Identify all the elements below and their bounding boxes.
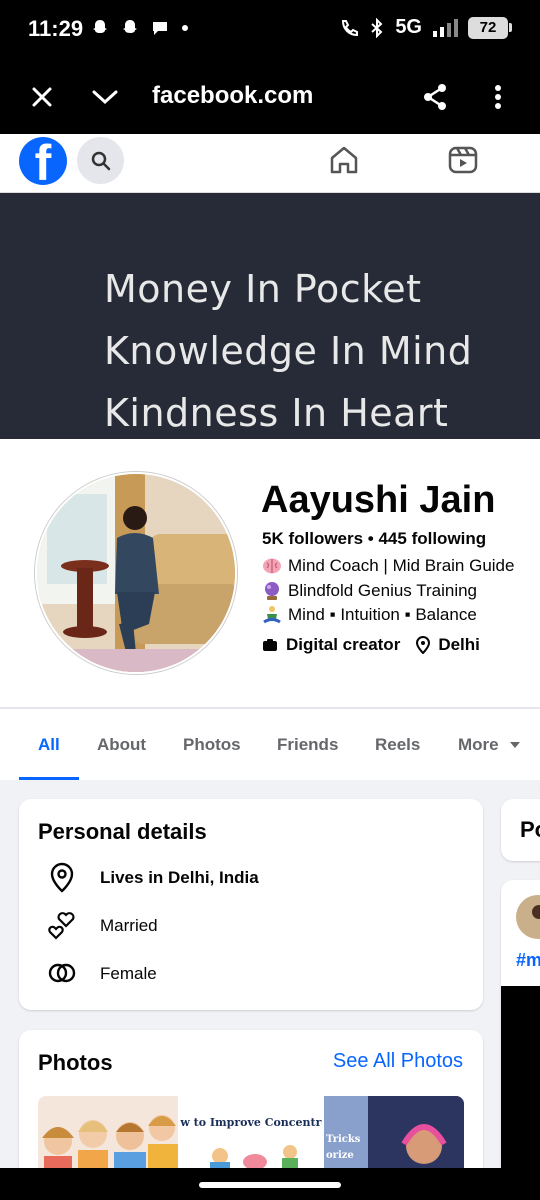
card-title: Photos bbox=[38, 1050, 113, 1075]
tab-photos[interactable]: Photos bbox=[183, 735, 241, 755]
browser-toolbar: facebook.com bbox=[0, 60, 540, 134]
profile-tabs: All About Photos Friends Reels More bbox=[0, 707, 540, 780]
location-label: Delhi bbox=[438, 635, 480, 654]
gesture-bar bbox=[0, 1168, 540, 1200]
signal-icon bbox=[433, 18, 458, 37]
crystal-ball-emoji bbox=[265, 582, 279, 600]
snapchat-icon bbox=[123, 20, 137, 33]
photos-card: Photos See All Photos w to Improve Conce… bbox=[19, 1030, 483, 1168]
profile-name: Aayushi Jain bbox=[261, 479, 496, 521]
wifi-call-icon bbox=[342, 19, 359, 36]
detail-row-gender: Female bbox=[45, 956, 157, 990]
active-tab-indicator bbox=[19, 777, 79, 780]
see-all-photos-link[interactable]: See All Photos bbox=[333, 1050, 463, 1073]
location-pin-icon bbox=[50, 862, 74, 893]
relationship-text: Married bbox=[100, 916, 158, 935]
status-bar: 11:29 5G 72 bbox=[0, 0, 540, 60]
post-media[interactable] bbox=[501, 986, 540, 1168]
search-icon[interactable] bbox=[77, 137, 124, 184]
battery-indicator: 72 bbox=[468, 16, 512, 39]
more-options-icon[interactable] bbox=[481, 80, 515, 114]
location-pin-icon bbox=[416, 636, 431, 654]
profile-meta: Digital creator Delhi bbox=[262, 635, 480, 655]
battery-tip bbox=[509, 23, 512, 32]
facebook-top-nav: f bbox=[0, 134, 540, 193]
cover-text-line: Knowledge In Mind bbox=[104, 329, 473, 373]
bio-text: Mind ▪ Intuition ▪ Balance bbox=[288, 605, 477, 624]
snapchat-icon bbox=[93, 20, 107, 33]
tab-reels[interactable]: Reels bbox=[375, 735, 420, 755]
category-label: Digital creator bbox=[286, 635, 401, 654]
meditating-person-emoji bbox=[263, 606, 281, 624]
side-card[interactable]: Po bbox=[501, 799, 540, 861]
svg-text:Tricks: Tricks bbox=[326, 1134, 361, 1145]
bio-text: Blindfold Genius Training bbox=[288, 581, 478, 600]
dot-icon bbox=[182, 25, 188, 31]
url-text[interactable]: facebook.com bbox=[152, 82, 313, 110]
hearts-icon bbox=[48, 912, 75, 940]
battery-level: 72 bbox=[468, 16, 508, 39]
hashtag-fragment[interactable]: #m bbox=[516, 950, 540, 971]
profile-avatar[interactable] bbox=[35, 472, 237, 674]
home-icon[interactable] bbox=[328, 144, 360, 176]
bluetooth-icon bbox=[371, 17, 383, 38]
category-icon bbox=[263, 639, 277, 651]
gender-icon bbox=[48, 963, 76, 983]
cover-text-line: Money In Pocket bbox=[104, 267, 422, 311]
personal-details-card: Personal details Lives in Delhi, India M… bbox=[19, 799, 483, 1010]
chat-icon bbox=[153, 22, 167, 35]
tab-about[interactable]: About bbox=[97, 735, 146, 755]
photo-strip: w to Improve Concentration in K Tricks o… bbox=[38, 1096, 464, 1168]
bio-line: Blindfold Genius Training bbox=[262, 581, 477, 601]
gender-text: Female bbox=[100, 964, 157, 983]
chevron-down-icon[interactable] bbox=[88, 80, 122, 114]
status-right: 5G 72 bbox=[339, 16, 512, 39]
tab-more[interactable]: More bbox=[458, 735, 521, 755]
home-indicator[interactable] bbox=[199, 1182, 341, 1188]
notification-icons bbox=[90, 18, 190, 38]
cover-photo[interactable]: Money In Pocket Knowledge In Mind Kindne… bbox=[0, 193, 540, 439]
share-icon[interactable] bbox=[418, 80, 452, 114]
network-label: 5G bbox=[395, 16, 422, 38]
status-time: 11:29 bbox=[28, 16, 84, 41]
tab-all[interactable]: All bbox=[38, 735, 60, 755]
dropdown-icon bbox=[510, 742, 521, 748]
close-icon[interactable] bbox=[25, 80, 59, 114]
lives-in-text: Lives in Delhi, India bbox=[100, 868, 259, 887]
bio-line: Mind ▪ Intuition ▪ Balance bbox=[262, 605, 477, 625]
detail-row-relationship: Married bbox=[45, 908, 158, 942]
photo-thumbnail[interactable]: Tricks orize bbox=[323, 1096, 464, 1168]
side-post-card[interactable]: #m bbox=[501, 880, 540, 1168]
photo-thumbnail[interactable]: w to Improve Concentration in K bbox=[180, 1096, 322, 1168]
reels-icon[interactable] bbox=[447, 144, 479, 176]
post-avatar bbox=[516, 895, 540, 939]
detail-row-lives: Lives in Delhi, India bbox=[45, 860, 259, 894]
photo-thumbnail[interactable] bbox=[38, 1096, 179, 1168]
follower-stats[interactable]: 5K followers • 445 following bbox=[262, 529, 486, 549]
tab-more-label: More bbox=[458, 735, 499, 754]
bio-text: Mind Coach | Mid Brain Guide bbox=[288, 556, 515, 575]
card-title: Personal details bbox=[38, 819, 207, 844]
svg-text:orize: orize bbox=[326, 1150, 354, 1161]
cover-text-line: Kindness In Heart bbox=[104, 391, 449, 435]
facebook-logo-icon[interactable]: f bbox=[19, 137, 67, 185]
bio-line: Mind Coach | Mid Brain Guide bbox=[262, 556, 514, 576]
facebook-page: f Money In Pocket Knowledge In Mind Kind… bbox=[0, 134, 540, 1168]
side-card-title: Po bbox=[520, 817, 540, 842]
brain-emoji bbox=[263, 558, 281, 574]
tab-friends[interactable]: Friends bbox=[277, 735, 338, 755]
